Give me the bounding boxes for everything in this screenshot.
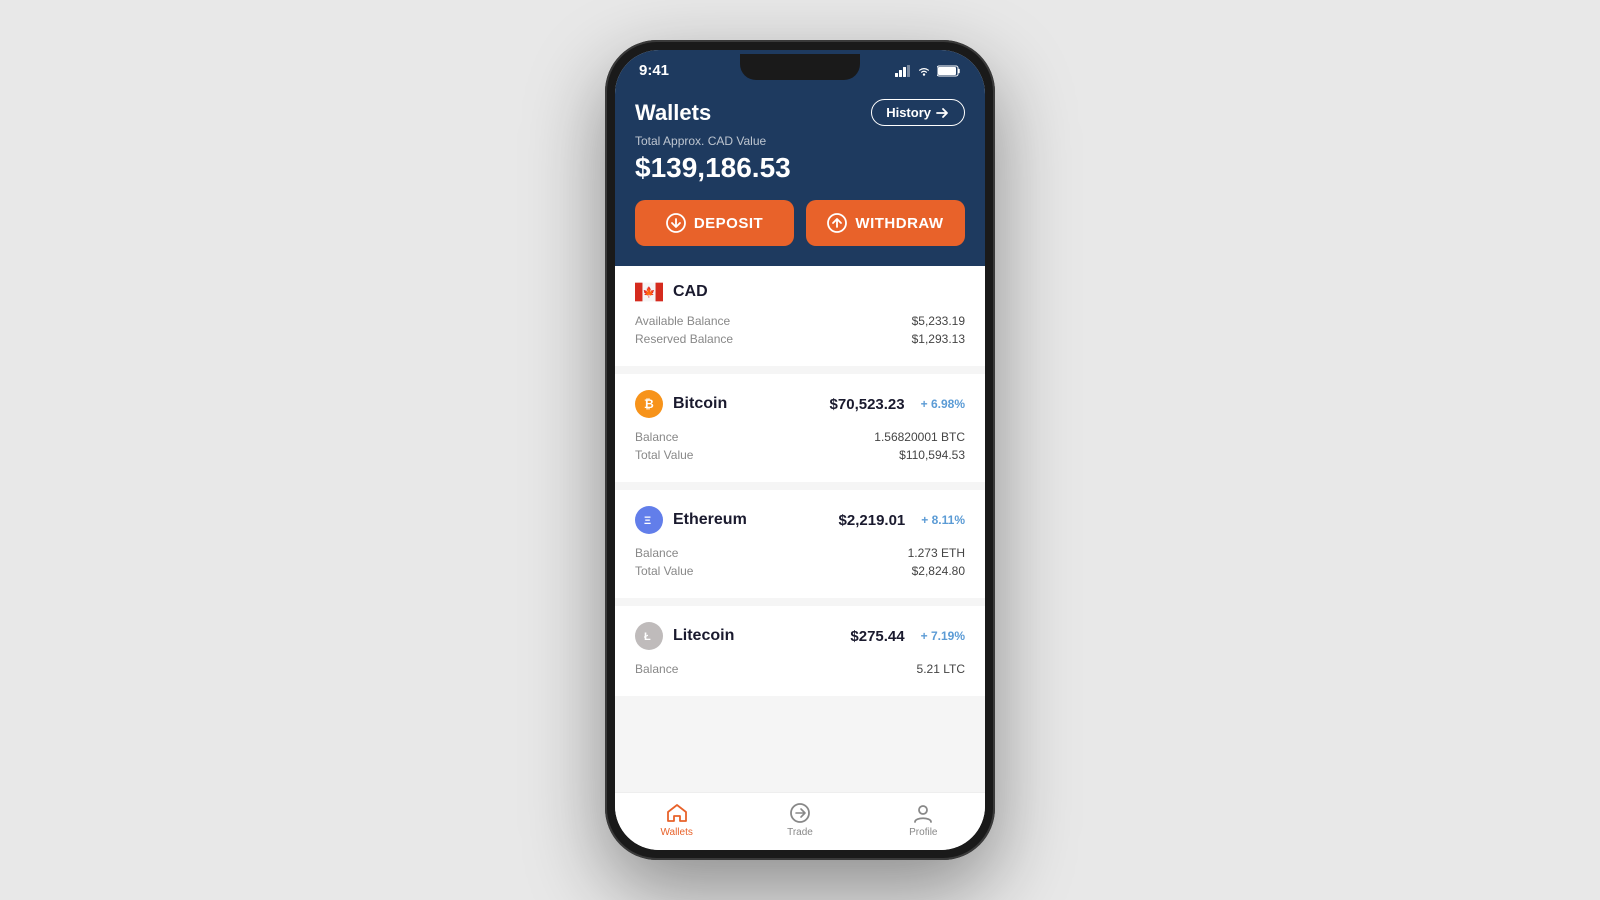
deposit-svg (666, 213, 686, 233)
bottom-nav: Wallets Trade Profile (615, 792, 985, 850)
wallets-list: 🍁 CAD Available Balance $5,233.19 Reserv… (615, 266, 985, 792)
total-label: Total Approx. CAD Value (635, 134, 965, 148)
eth-price: $2,219.01 (839, 512, 906, 529)
wallets-nav-label: Wallets (660, 827, 692, 838)
btc-svg: ₿ (641, 396, 657, 412)
wifi-icon (916, 65, 932, 77)
wallets-icon (665, 801, 689, 825)
btc-balance-row: Balance 1.56820001 BTC (635, 430, 965, 444)
profile-svg (912, 802, 934, 824)
trade-svg (789, 802, 811, 824)
btc-name: Bitcoin (673, 395, 727, 413)
trade-icon (788, 801, 812, 825)
cad-flag-icon: 🍁 (635, 282, 663, 302)
deposit-icon (666, 213, 686, 233)
ltc-wallet[interactable]: Ł Litecoin $275.44 + 7.19% Balance 5.21 … (615, 606, 985, 696)
eth-total-label: Total Value (635, 564, 693, 578)
svg-text:Ł: Ł (644, 631, 651, 643)
arrow-right-icon (936, 107, 950, 119)
deposit-label: Deposit (694, 215, 763, 232)
btc-balance-value: 1.56820001 BTC (874, 430, 965, 444)
withdraw-label: Withdraw (855, 215, 943, 232)
cad-wallet[interactable]: 🍁 CAD Available Balance $5,233.19 Reserv… (615, 266, 985, 366)
page-title: Wallets (635, 100, 711, 126)
cad-available-value: $5,233.19 (912, 314, 965, 328)
cad-reserved-row: Reserved Balance $1,293.13 (635, 332, 965, 346)
history-button[interactable]: History (871, 99, 965, 126)
phone-frame: 9:41 (605, 40, 995, 860)
action-buttons: Deposit Withdraw (635, 200, 965, 246)
ltc-change: + 7.19% (921, 629, 965, 643)
eth-balance-row: Balance 1.273 ETH (635, 546, 965, 560)
ltc-icon: Ł (635, 622, 663, 650)
eth-wallet[interactable]: Ξ Ethereum $2,219.01 + 8.11% Balance 1.2… (615, 490, 985, 598)
profile-icon (911, 801, 935, 825)
btc-balance-label: Balance (635, 430, 678, 444)
ltc-balance-label: Balance (635, 662, 678, 676)
withdraw-svg (827, 213, 847, 233)
ltc-svg: Ł (641, 628, 657, 644)
cad-reserved-label: Reserved Balance (635, 332, 733, 346)
profile-nav-label: Profile (909, 827, 937, 838)
signal-icon (895, 65, 911, 77)
eth-balance-label: Balance (635, 546, 678, 560)
cad-available-row: Available Balance $5,233.19 (635, 314, 965, 328)
svg-text:₿: ₿ (644, 397, 654, 411)
total-value: $139,186.53 (635, 152, 965, 184)
btc-change: + 6.98% (921, 397, 965, 411)
ltc-balance-value: 5.21 LTC (917, 662, 965, 676)
btc-icon: ₿ (635, 390, 663, 418)
home-svg (666, 803, 688, 823)
battery-icon (937, 65, 961, 77)
trade-nav-label: Trade (787, 827, 813, 838)
nav-wallets[interactable]: Wallets (615, 801, 738, 838)
eth-name: Ethereum (673, 511, 747, 529)
withdraw-icon (827, 213, 847, 233)
eth-svg: Ξ (641, 512, 657, 528)
ltc-name: Litecoin (673, 627, 734, 645)
btc-total-value: $110,594.53 (899, 448, 965, 462)
deposit-button[interactable]: Deposit (635, 200, 794, 246)
eth-total-value: $2,824.80 (912, 564, 965, 578)
btc-wallet[interactable]: ₿ Bitcoin $70,523.23 + 6.98% Balance 1.5… (615, 374, 985, 482)
status-icons (895, 65, 961, 77)
phone-screen: 9:41 (615, 50, 985, 850)
svg-text:Ξ: Ξ (644, 515, 651, 527)
status-time: 9:41 (639, 62, 669, 79)
eth-balance-value: 1.273 ETH (908, 546, 965, 560)
nav-trade[interactable]: Trade (738, 801, 861, 838)
history-label: History (886, 105, 931, 120)
nav-profile[interactable]: Profile (862, 801, 985, 838)
ltc-balance-row: Balance 5.21 LTC (635, 662, 965, 676)
cad-available-label: Available Balance (635, 314, 730, 328)
btc-price: $70,523.23 (830, 396, 905, 413)
withdraw-button[interactable]: Withdraw (806, 200, 965, 246)
btc-total-row: Total Value $110,594.53 (635, 448, 965, 462)
wallet-header: Wallets History Total Approx. CAD Value … (615, 85, 985, 266)
eth-change: + 8.11% (921, 513, 965, 527)
cad-reserved-value: $1,293.13 (912, 332, 965, 346)
ltc-price: $275.44 (850, 628, 904, 645)
svg-text:🍁: 🍁 (643, 286, 656, 299)
cad-icon: 🍁 (635, 282, 663, 302)
eth-total-row: Total Value $2,824.80 (635, 564, 965, 578)
eth-icon: Ξ (635, 506, 663, 534)
phone-notch (740, 54, 860, 80)
cad-name: CAD (673, 283, 708, 301)
btc-total-label: Total Value (635, 448, 693, 462)
